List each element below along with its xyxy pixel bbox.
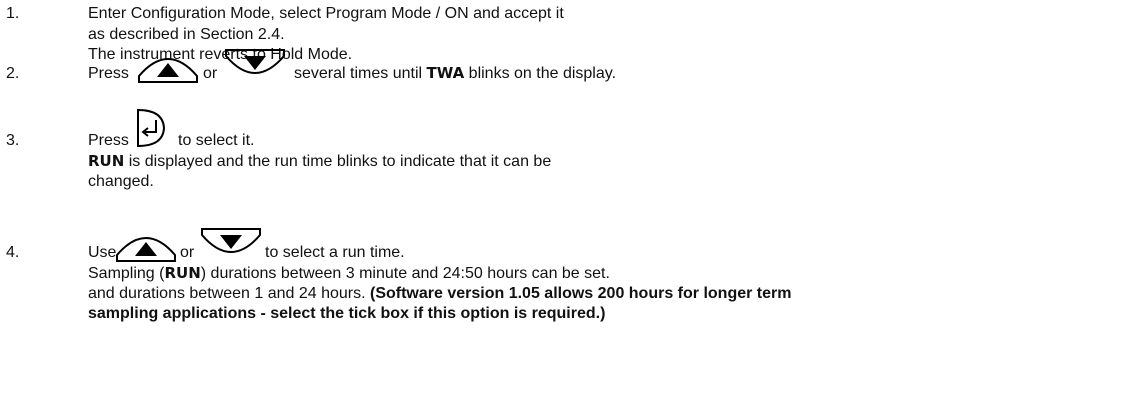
step-3-number: 3. <box>6 132 20 149</box>
step-4-use-label: Use <box>88 244 117 261</box>
step-3-press-label: Press <box>88 132 129 149</box>
step-4-line-3-bold: (Software version 1.05 allows 200 hours … <box>370 285 792 302</box>
step-4-line-3-a: and durations between 1 and 24 hours. <box>88 285 366 302</box>
step-1-line-2: as described in Section 2.4. <box>88 26 285 43</box>
down-arrow-key-icon <box>225 49 285 74</box>
step-2-after-text: several times until <box>294 65 423 82</box>
step-1-line-1: Enter Configuration Mode, select Program… <box>88 5 564 22</box>
step-2-or-label: or <box>203 65 218 82</box>
step-4-number: 4. <box>6 244 20 261</box>
step-4-after-text: to select a run time. <box>265 244 405 261</box>
run-keyword: RUN <box>88 152 125 170</box>
step-3-line-2: RUN is displayed and the run time blinks… <box>88 152 551 171</box>
step-4-line-2-a: Sampling ( <box>88 265 165 282</box>
step-4-line-2: Sampling (RUN) durations between 3 minut… <box>88 264 610 283</box>
step-2-number: 2. <box>6 65 20 82</box>
down-arrow-key-icon <box>201 228 261 253</box>
step-3-after-text: to select it. <box>178 132 255 149</box>
up-arrow-key-icon <box>116 237 176 262</box>
up-arrow-key-icon <box>138 58 198 83</box>
step-1-number: 1. <box>6 5 20 22</box>
step-3-line-3: changed. <box>88 173 154 190</box>
step-2-tail-text: blinks on the display. <box>468 65 617 82</box>
step-4-line-3: and durations between 1 and 24 hours. (S… <box>88 284 791 303</box>
enter-key-icon <box>137 108 166 148</box>
step-4-line-4: sampling applications - select the tick … <box>88 305 606 322</box>
step-2-instruction: several times until TWA blinks on the di… <box>294 64 616 83</box>
step-1-line-3: The instrument reverts to Hold Mode. <box>88 46 353 63</box>
twa-keyword: TWA <box>426 64 465 82</box>
step-3-line-2-text: is displayed and the run time blinks to … <box>128 153 552 170</box>
step-4-line-2-b: ) durations between 3 minute and 24:50 h… <box>200 265 610 282</box>
step-4-or-label: or <box>180 244 195 261</box>
run-keyword: RUN <box>164 264 201 282</box>
step-2-press-label: Press <box>88 65 129 82</box>
